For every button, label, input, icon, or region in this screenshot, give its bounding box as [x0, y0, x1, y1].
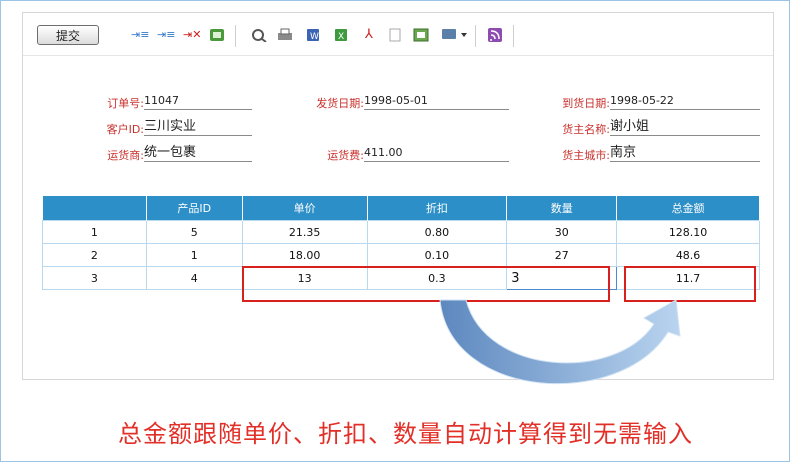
- row-index-cell: 2: [42, 243, 147, 267]
- column-header-discount[interactable]: 折扣: [367, 196, 508, 221]
- explanation-caption: 总金额跟随单价、折扣、数量自动计算得到无需输入: [118, 420, 693, 448]
- column-header-total[interactable]: 总金额: [616, 196, 760, 221]
- insert-row-after-icon[interactable]: ⇥≡: [157, 28, 175, 42]
- discount-cell[interactable]: 0.80: [366, 220, 508, 244]
- toolbar-separator-2: [475, 25, 476, 47]
- preview-icon[interactable]: [251, 28, 267, 43]
- curved-arrow-icon: [439, 299, 681, 385]
- product-id-cell[interactable]: 5: [145, 220, 243, 244]
- toolbar-separator: [235, 25, 236, 47]
- export-excel-icon[interactable]: [209, 28, 225, 42]
- carrier-field[interactable]: 统一包裹: [144, 145, 252, 162]
- unit-price-cell[interactable]: 21.35: [241, 220, 368, 244]
- word-icon[interactable]: W: [305, 28, 321, 42]
- column-header-product-id[interactable]: 产品ID: [146, 196, 243, 221]
- product-id-cell[interactable]: 1: [145, 243, 243, 267]
- ship-date-label: 发货日期:: [316, 97, 364, 110]
- toolbar-separator-3: [513, 25, 514, 47]
- consignee-label: 货主名称:: [562, 123, 610, 136]
- order-no-label: 订单号:: [107, 97, 144, 110]
- arrive-date-field[interactable]: 1998-05-22: [610, 93, 760, 110]
- rss-icon[interactable]: [487, 28, 503, 42]
- total-cell: 128.10: [616, 220, 760, 244]
- screen-dropdown-icon[interactable]: [441, 28, 471, 42]
- row-index-cell: 1: [42, 220, 147, 244]
- excel-icon[interactable]: X: [333, 28, 349, 42]
- column-header-index: [42, 196, 147, 221]
- customer-field[interactable]: 三川实业: [144, 119, 252, 136]
- unit-price-cell[interactable]: 18.00: [241, 243, 368, 267]
- city-field[interactable]: 南京: [610, 145, 760, 162]
- table-row: 1 5 21.35 0.80 30 128.10: [42, 220, 760, 244]
- toolbar: 提交 ⇥≡ ⇥≡ ⇥✕ W X ⅄: [23, 13, 773, 56]
- product-id-cell[interactable]: 4: [145, 266, 243, 290]
- table-header-row: 产品ID 单价 折扣 数量 总金额: [42, 196, 760, 221]
- table-row: 2 1 18.00 0.10 27 48.6: [42, 243, 760, 267]
- arrive-date-label: 到货日期:: [562, 97, 610, 110]
- quantity-cell[interactable]: 27: [506, 243, 618, 267]
- insert-row-icon[interactable]: ⇥≡: [131, 28, 149, 42]
- pdf-icon[interactable]: ⅄: [361, 28, 377, 42]
- svg-text:X: X: [338, 32, 344, 42]
- quantity-cell[interactable]: 30: [506, 220, 618, 244]
- print-icon[interactable]: [277, 28, 293, 42]
- total-cell: 48.6: [616, 243, 760, 267]
- row-index-cell: 3: [42, 266, 147, 290]
- text-icon[interactable]: [387, 28, 403, 42]
- submit-button[interactable]: 提交: [37, 25, 99, 45]
- delete-row-icon[interactable]: ⇥✕: [183, 28, 201, 42]
- order-no-field[interactable]: 11047: [144, 93, 252, 110]
- freight-label: 运货费:: [327, 149, 364, 162]
- svg-text:W: W: [310, 32, 319, 42]
- freight-field[interactable]: 411.00: [364, 145, 509, 162]
- city-label: 货主城市:: [562, 149, 610, 162]
- image-icon[interactable]: [413, 28, 429, 42]
- carrier-label: 运货商:: [107, 149, 144, 162]
- consignee-field[interactable]: 谢小姐: [610, 119, 760, 136]
- column-header-quantity[interactable]: 数量: [506, 196, 618, 221]
- discount-cell[interactable]: 0.10: [366, 243, 508, 267]
- customer-label: 客户ID:: [106, 123, 144, 136]
- ship-date-field[interactable]: 1998-05-01: [364, 93, 509, 110]
- column-header-unit-price[interactable]: 单价: [242, 196, 368, 221]
